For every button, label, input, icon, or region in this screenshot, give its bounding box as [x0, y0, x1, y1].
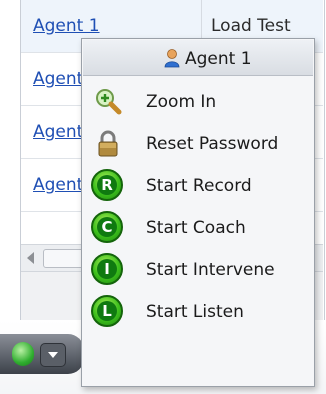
- screen: Agent 1 Load Test Agent Agent Agent Agen…: [0, 0, 326, 394]
- context-menu: Agent 1 Zoom In Reset Password R Start R…: [81, 38, 315, 387]
- lock-icon: [91, 127, 125, 161]
- badge-letter: C: [97, 217, 117, 237]
- chevron-down-icon: [48, 352, 58, 358]
- menu-item-label: Start Record: [146, 176, 252, 196]
- letter-l-icon: L: [91, 295, 125, 329]
- letter-i-icon: I: [91, 253, 125, 287]
- green-status-icon[interactable]: [12, 342, 34, 366]
- user-icon: [163, 48, 181, 68]
- menu-item-start-listen[interactable]: L Start Listen: [83, 291, 313, 333]
- menu-item-label: Start Listen: [146, 302, 244, 322]
- badge-letter: I: [97, 259, 117, 279]
- menu-item-label: Start Intervene: [146, 260, 275, 280]
- menu-item-label: Start Coach: [146, 218, 246, 238]
- status-dropdown-button[interactable]: [40, 343, 66, 367]
- badge-letter: L: [97, 301, 117, 321]
- menu-item-start-intervene[interactable]: I Start Intervene: [83, 249, 313, 291]
- letter-c-icon: C: [91, 211, 125, 245]
- menu-item-start-record[interactable]: R Start Record: [83, 165, 313, 207]
- zoom-in-magnifier-icon: [91, 85, 125, 119]
- menu-item-label: Zoom In: [146, 92, 217, 112]
- table-cell: Load Test: [211, 16, 291, 36]
- badge-letter: R: [97, 175, 117, 195]
- menu-header: Agent 1: [83, 40, 313, 76]
- menu-item-reset-password[interactable]: Reset Password: [83, 123, 313, 165]
- agent-link[interactable]: Agent 1: [33, 16, 100, 36]
- scroll-left-arrow-icon[interactable]: [27, 252, 34, 264]
- agent-link[interactable]: Agent: [33, 175, 83, 195]
- letter-r-icon: R: [91, 169, 125, 203]
- agent-link[interactable]: Agent: [33, 122, 83, 142]
- menu-item-zoom-in[interactable]: Zoom In: [83, 81, 313, 123]
- menu-item-label: Reset Password: [146, 134, 279, 154]
- menu-header-label: Agent 1: [185, 49, 252, 69]
- menu-item-start-coach[interactable]: C Start Coach: [83, 207, 313, 249]
- agent-link[interactable]: Agent: [33, 69, 83, 89]
